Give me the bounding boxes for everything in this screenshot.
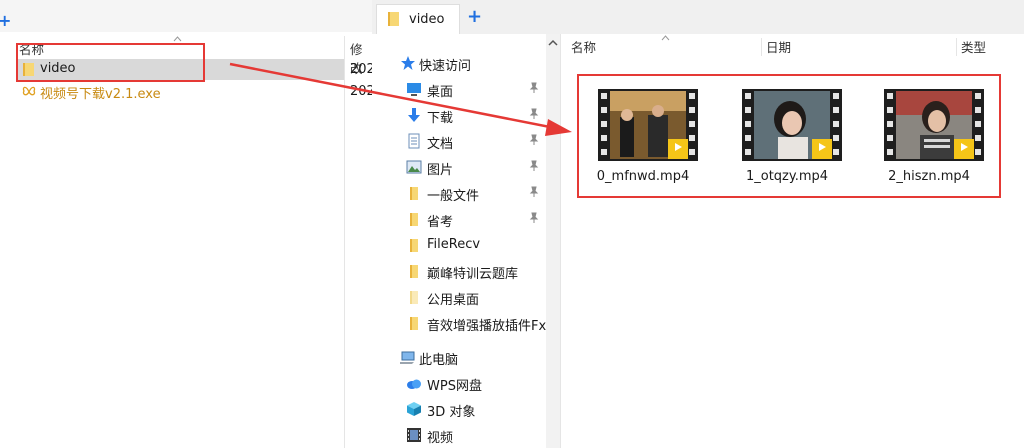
tab-strip: video + xyxy=(372,0,1024,35)
column-header-date[interactable]: 日期 xyxy=(766,37,791,56)
nav-item-downloads[interactable]: 下载 xyxy=(372,102,546,128)
nav-item-question-bank[interactable]: 巅峰特训云题库 xyxy=(372,258,546,284)
highlight-box-video-folder xyxy=(16,43,205,82)
nav-label: 音效增强播放插件Fx xyxy=(427,319,547,334)
sort-ascending-icon xyxy=(661,35,670,41)
folder-icon xyxy=(410,187,418,200)
modified-cell: 202 xyxy=(350,62,372,77)
star-icon xyxy=(401,56,415,70)
nav-item-provincial-exam[interactable]: 省考 xyxy=(372,206,546,232)
nav-label: 巅峰特训云题库 xyxy=(427,267,519,282)
pin-icon[interactable] xyxy=(528,186,540,198)
butterfly-app-icon xyxy=(22,86,36,96)
folder-icon xyxy=(388,12,399,26)
nav-item-3d-objects[interactable]: 3D 对象 xyxy=(372,396,546,422)
left-explorer-pane: + 名称 修改 video 202 视频号下载v2.1.exe 202 xyxy=(0,0,372,448)
nav-label: 桌面 xyxy=(427,85,454,100)
nav-item-pictures[interactable]: 图片 xyxy=(372,154,546,180)
new-tab-plus-icon[interactable]: + xyxy=(0,13,11,29)
nav-item-videos[interactable]: 视频 xyxy=(372,422,546,448)
nav-label: 省考 xyxy=(427,215,454,230)
folder-icon xyxy=(410,239,418,252)
cloud-icon xyxy=(407,379,421,389)
nav-label: 一般文件 xyxy=(427,189,480,204)
nav-item-documents[interactable]: 文档 xyxy=(372,128,546,154)
pin-icon[interactable] xyxy=(528,108,540,120)
nav-item-wps-drive[interactable]: WPS网盘 xyxy=(372,370,546,396)
nav-item-general-files[interactable]: 一般文件 xyxy=(372,180,546,206)
file-row-exe[interactable]: 视频号下载v2.1.exe xyxy=(16,81,344,102)
nav-item-filerecv[interactable]: FileRecv xyxy=(372,232,546,258)
file-list-area: 名称 日期 类型 0_mfnwd.mp4 1_otqzy.mp4 2_hiszn… xyxy=(561,34,1024,448)
column-header-name[interactable]: 名称 xyxy=(571,37,596,56)
folder-icon xyxy=(410,291,418,304)
nav-label: 视频 xyxy=(427,431,454,446)
nav-label: 下载 xyxy=(427,111,454,126)
cube-icon xyxy=(407,402,421,416)
new-tab-plus-icon[interactable]: + xyxy=(467,6,482,27)
video-icon xyxy=(407,428,421,442)
pin-icon[interactable] xyxy=(528,160,540,172)
folder-icon xyxy=(410,317,418,330)
folder-icon xyxy=(410,213,418,226)
nav-item-quick-access[interactable]: 快速访问 xyxy=(372,50,546,76)
nav-label: 快速访问 xyxy=(419,59,472,74)
modified-cell: 202 xyxy=(350,84,372,99)
column-header-type[interactable]: 类型 xyxy=(961,37,986,56)
nav-label: 文档 xyxy=(427,137,454,152)
navigation-pane: 快速访问 桌面 下载 文档 图片 一般文件 省考 FileRecv 巅峰特训云题… xyxy=(372,34,546,448)
file-name: 视频号下载v2.1.exe xyxy=(40,87,161,102)
pin-icon[interactable] xyxy=(528,212,540,224)
nav-label: 3D 对象 xyxy=(427,405,476,420)
column-separator[interactable] xyxy=(956,38,957,56)
highlight-box-video-files xyxy=(577,74,1001,198)
nav-label: 图片 xyxy=(427,163,454,178)
column-separator[interactable] xyxy=(344,36,345,448)
tab-video[interactable]: video xyxy=(376,4,460,35)
left-toolbar xyxy=(0,0,372,32)
nav-label: 此电脑 xyxy=(419,353,459,368)
nav-item-audio-plugin[interactable]: 音效增强播放插件Fx xyxy=(372,310,546,336)
pin-icon[interactable] xyxy=(528,82,540,94)
nav-label: 公用桌面 xyxy=(427,293,480,308)
nav-label: FileRecv xyxy=(427,237,481,252)
pin-icon[interactable] xyxy=(528,134,540,146)
column-separator[interactable] xyxy=(761,38,762,56)
scroll-up-arrow-icon[interactable] xyxy=(548,38,558,48)
nav-item-public-desktop[interactable]: 公用桌面 xyxy=(372,284,546,310)
document-icon xyxy=(408,133,420,149)
desktop-icon xyxy=(407,83,421,96)
nav-scrollbar[interactable] xyxy=(546,34,560,448)
right-explorer-window: video + 快速访问 桌面 下载 文档 图片 一般文件 省考 FileRec… xyxy=(372,0,1024,448)
nav-item-this-pc[interactable]: 此电脑 xyxy=(372,344,546,370)
download-icon xyxy=(408,108,420,122)
computer-icon xyxy=(400,351,415,364)
tab-label: video xyxy=(409,12,445,27)
pictures-icon xyxy=(406,160,422,174)
folder-icon xyxy=(410,265,418,278)
nav-item-desktop[interactable]: 桌面 xyxy=(372,76,546,102)
nav-label: WPS网盘 xyxy=(427,379,482,394)
